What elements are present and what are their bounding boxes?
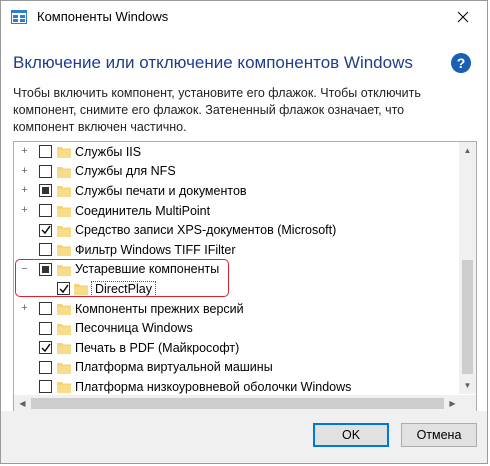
collapse-minus-icon[interactable]: − <box>20 263 29 274</box>
folder-icon <box>57 343 71 355</box>
folder-icon <box>57 323 71 335</box>
tree-item[interactable]: + Службы для NFS <box>14 162 461 182</box>
feature-checkbox[interactable] <box>39 184 52 198</box>
tree-item[interactable]: + Компоненты прежних версий <box>14 299 461 319</box>
folder-icon <box>57 382 71 394</box>
folder-icon <box>57 362 71 374</box>
tree-item[interactable]: + Службы IIS <box>14 142 461 162</box>
scrollbar-corner <box>459 395 476 412</box>
ok-button[interactable]: OK <box>313 423 389 447</box>
feature-checkbox[interactable] <box>57 282 70 296</box>
page-heading: Включение или отключение компонентов Win… <box>13 53 413 72</box>
tree-item[interactable]: Платформа низкоуровневой оболочки Window… <box>14 377 461 394</box>
tree-item-label: Платформа низкоуровневой оболочки Window… <box>75 379 352 394</box>
expand-plus-icon[interactable]: + <box>20 165 29 176</box>
expand-plus-icon[interactable]: + <box>20 205 29 216</box>
windows-features-icon <box>11 10 27 24</box>
tree-item-label: Устаревшие компоненты <box>75 262 220 277</box>
folder-icon <box>57 147 71 159</box>
folder-icon <box>74 284 88 296</box>
vertical-scrollbar[interactable]: ▲ ▼ <box>459 142 476 394</box>
window-title: Компоненты Windows <box>37 9 169 24</box>
feature-checkbox[interactable] <box>39 243 52 257</box>
scroll-up-arrow-icon[interactable]: ▲ <box>459 142 476 159</box>
feature-checkbox[interactable] <box>39 164 52 178</box>
tree-item[interactable]: + Службы печати и документов <box>14 181 461 201</box>
tree-item-label: DirectPlay <box>91 280 156 297</box>
scroll-left-arrow-icon[interactable]: ◀ <box>14 395 31 412</box>
tree-item-label: Фильтр Windows TIFF IFilter <box>75 242 236 257</box>
tree-item[interactable]: DirectPlay <box>14 279 461 299</box>
horizontal-scrollbar[interactable]: ◀ ▶ <box>14 395 461 412</box>
feature-checkbox[interactable] <box>39 223 52 237</box>
expand-plus-icon[interactable]: + <box>20 185 29 196</box>
tree-item[interactable]: Печать в PDF (Майкрософт) <box>14 338 461 358</box>
horizontal-scroll-thumb[interactable] <box>31 398 444 409</box>
feature-checkbox[interactable] <box>39 321 52 335</box>
folder-icon <box>57 166 71 178</box>
feature-checkbox[interactable] <box>39 341 52 355</box>
dialog-window: Компоненты Windows Включение или отключе… <box>0 0 488 464</box>
features-tree[interactable]: + Службы IIS + Службы для NFS + Службы печати… <box>13 141 477 413</box>
scroll-down-arrow-icon[interactable]: ▼ <box>459 377 476 394</box>
tree-item-label: Печать в PDF (Майкрософт) <box>75 340 240 355</box>
feature-checkbox[interactable] <box>39 360 52 374</box>
checkmark-icon <box>59 284 69 294</box>
folder-icon <box>57 264 71 276</box>
feature-checkbox[interactable] <box>39 380 52 394</box>
expand-plus-icon[interactable]: + <box>20 303 29 314</box>
folder-icon <box>57 304 71 316</box>
expand-plus-icon[interactable]: + <box>20 146 29 157</box>
title-bar[interactable]: Компоненты Windows <box>1 1 487 33</box>
tree-item-label: Платформа виртуальной машины <box>75 360 273 375</box>
button-bar: OK Отмена <box>1 411 487 463</box>
close-button[interactable] <box>445 3 481 31</box>
close-icon <box>457 11 469 23</box>
help-icon[interactable]: ? <box>451 53 471 73</box>
feature-checkbox[interactable] <box>39 145 52 159</box>
tree-item[interactable]: + Соединитель MultiPoint <box>14 201 461 221</box>
tree-item-label: Средство записи XPS-документов (Microsof… <box>75 223 337 238</box>
tree-item[interactable]: Средство записи XPS-документов (Microsof… <box>14 220 461 240</box>
feature-checkbox[interactable] <box>39 204 52 218</box>
cancel-button[interactable]: Отмена <box>401 423 477 447</box>
folder-icon <box>57 186 71 198</box>
tree-item[interactable]: Фильтр Windows TIFF IFilter <box>14 240 461 260</box>
vertical-scroll-thumb[interactable] <box>462 260 473 374</box>
feature-checkbox[interactable] <box>39 262 52 276</box>
instructions-text: Чтобы включить компонент, установите его… <box>13 86 421 134</box>
tree-item[interactable]: Песочница Windows <box>14 318 461 338</box>
tree-item-label: Службы для NFS <box>75 164 176 179</box>
folder-icon <box>57 225 71 237</box>
folder-icon <box>57 245 71 257</box>
checkmark-icon <box>41 225 51 235</box>
tree-item-label: Песочница Windows <box>75 321 193 336</box>
tree-rows: + Службы IIS + Службы для NFS + Службы печати… <box>14 142 461 394</box>
tree-item[interactable]: Платформа виртуальной машины <box>14 358 461 378</box>
tree-item-label: Компоненты прежних версий <box>75 301 244 316</box>
tree-item-label: Соединитель MultiPoint <box>75 203 211 218</box>
tree-item-label: Службы печати и документов <box>75 183 247 198</box>
feature-checkbox[interactable] <box>39 302 52 316</box>
tree-item[interactable]: − Устаревшие компоненты <box>14 260 461 280</box>
checkmark-icon <box>41 343 51 352</box>
tree-item-label: Службы IIS <box>75 144 142 159</box>
folder-icon <box>57 206 71 218</box>
